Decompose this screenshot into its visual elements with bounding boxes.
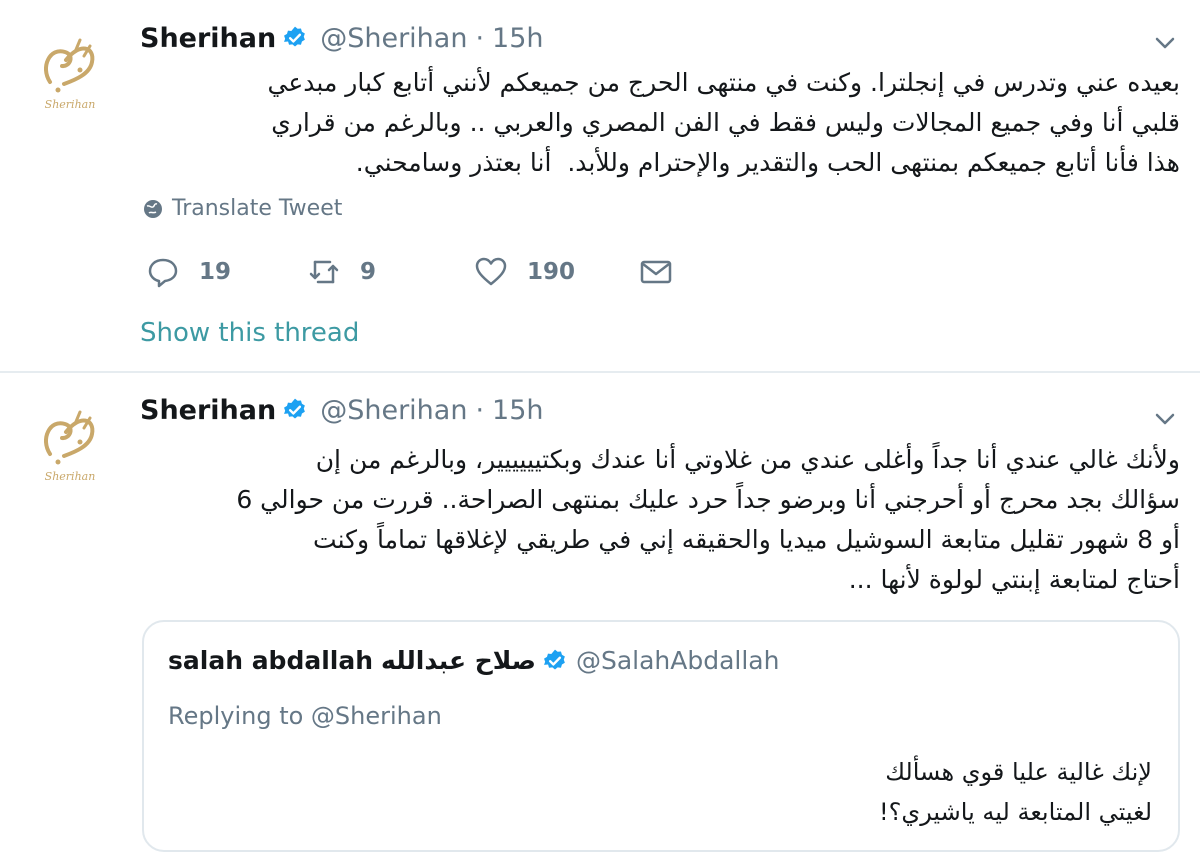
reply-count: 19 — [199, 259, 232, 285]
translate-label: Translate Tweet — [172, 196, 343, 221]
tweet[interactable]: Sherihan Sherihan @Sherihan · 15h ولأنك … — [0, 372, 1200, 863]
quoted-display-name-arabic: صلاح عبدالله — [381, 646, 536, 675]
avatar[interactable]: Sherihan — [20, 22, 120, 122]
replying-to: Replying to @Sherihan — [168, 702, 442, 730]
translate-tweet-link[interactable]: Translate Tweet — [142, 196, 342, 221]
direct-message-button[interactable] — [638, 254, 674, 290]
retweet-icon — [309, 260, 339, 284]
quoted-display-name: salah abdallah — [168, 646, 374, 675]
tweet-header: Sherihan @Sherihan · 15h — [140, 18, 544, 58]
verified-badge-icon — [284, 26, 306, 47]
tweet[interactable]: Sherihan Sherihan @Sherihan · 15h بعيده … — [0, 0, 1200, 372]
verified-badge-icon — [284, 398, 306, 419]
user-handle[interactable]: @Sherihan — [320, 395, 467, 426]
svg-text:Sherihan: Sherihan — [45, 98, 96, 111]
quoted-tweet-header: salah abdallah صلاح عبدالله @SalahAbdall… — [168, 646, 779, 675]
chevron-down-icon[interactable] — [1150, 28, 1180, 58]
quoted-tweet[interactable]: salah abdallah صلاح عبدالله @SalahAbdall… — [142, 620, 1180, 852]
display-name[interactable]: Sherihan — [140, 395, 276, 426]
reply-icon — [148, 258, 178, 288]
retweet-button[interactable]: 9 — [306, 254, 376, 290]
user-handle[interactable]: @Sherihan — [320, 23, 467, 54]
globe-icon — [144, 199, 162, 218]
like-count: 190 — [527, 259, 576, 285]
envelope-icon — [640, 260, 672, 284]
separator-dot: · — [475, 22, 485, 54]
reply-button[interactable]: 19 — [145, 254, 231, 290]
tweet-header: Sherihan @Sherihan · 15h — [140, 390, 544, 430]
avatar[interactable]: Sherihan — [20, 394, 120, 494]
heart-icon — [475, 257, 507, 286]
sherihan-logo-icon: Sherihan — [44, 410, 96, 483]
like-button[interactable]: 190 — [473, 254, 575, 290]
show-thread-link[interactable]: Show this thread — [140, 318, 359, 348]
quoted-tweet-text: لإنك غالية عليا قوي هسألك لغيتي المتابعة… — [879, 758, 1152, 826]
display-name[interactable]: Sherihan — [140, 23, 276, 54]
svg-text:Sherihan: Sherihan — [45, 470, 96, 483]
sherihan-logo-icon: Sherihan — [44, 38, 96, 111]
timestamp[interactable]: 15h — [492, 23, 543, 54]
tweet-text: بعيده عني وتدرس في إنجلترا. وكنت في منته… — [267, 68, 1180, 177]
separator-dot: · — [475, 394, 485, 426]
verified-badge-icon — [544, 649, 565, 670]
retweet-count: 9 — [360, 259, 377, 285]
chevron-down-icon[interactable] — [1150, 404, 1180, 434]
tweet-text: ولأنك غالي عندي أنا جداً وأغلى عندي من غ… — [236, 445, 1180, 594]
timestamp[interactable]: 15h — [492, 395, 543, 426]
quoted-user-handle: @SalahAbdallah — [575, 646, 780, 675]
